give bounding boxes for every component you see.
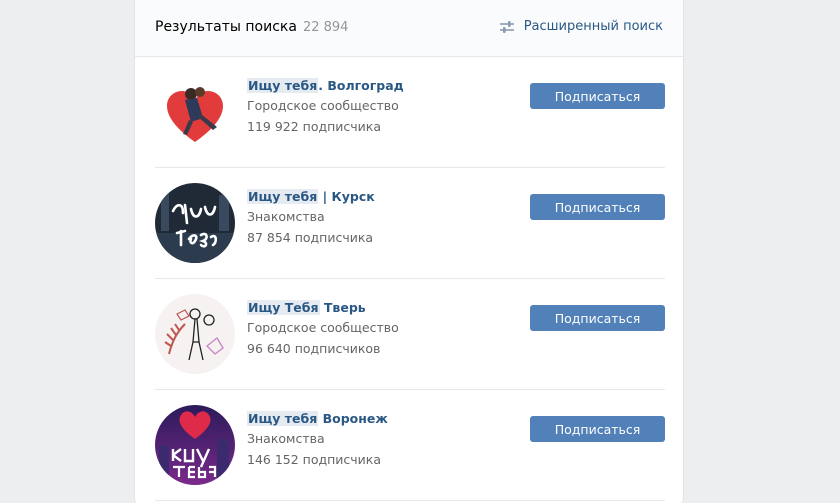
results-title: Результаты поиска 22 894 bbox=[155, 19, 348, 35]
subscriber-count: 96 640 подписчиков bbox=[247, 341, 381, 356]
community-category: Знакомства bbox=[247, 209, 325, 224]
avatar[interactable] bbox=[155, 183, 235, 263]
results-header: Результаты поиска 22 894 Расширенный поис… bbox=[135, 0, 683, 57]
result-info: Ищу тебя | Курск Знакомства 87 854 подпи… bbox=[247, 188, 375, 248]
sliders-icon bbox=[499, 20, 514, 33]
result-info: Ищу тебя Воронеж Знакомства 146 152 подп… bbox=[247, 410, 388, 470]
results-count: 22 894 bbox=[302, 20, 349, 35]
list-item: Ищу тебя. Волгоград Городское сообщество… bbox=[155, 57, 665, 168]
results-title-text: Результаты поиска bbox=[155, 19, 297, 35]
community-category: Знакомства bbox=[247, 431, 325, 446]
subscriber-count: 87 854 подписчика bbox=[247, 230, 374, 245]
name-rest: Тверь bbox=[319, 300, 366, 315]
name-rest: | Курск bbox=[318, 189, 375, 204]
community-category: Городское сообщество bbox=[247, 320, 399, 335]
list-item: Ищу тебя | Курск Знакомства 87 854 подпи… bbox=[155, 168, 665, 279]
search-results-panel: Результаты поиска 22 894 Расширенный поис… bbox=[134, 0, 684, 503]
name-highlight: Ищу тебя bbox=[247, 78, 319, 93]
advanced-search-label: Расширенный поиск bbox=[523, 19, 663, 34]
list-item: Ищу тебя Воронеж Знакомства 146 152 подп… bbox=[155, 390, 665, 501]
name-rest: . Волгоград bbox=[318, 78, 404, 93]
name-highlight: Ищу Тебя bbox=[247, 300, 320, 315]
subscriber-count: 146 152 подписчика bbox=[247, 452, 382, 467]
avatar[interactable] bbox=[155, 405, 235, 485]
name-highlight: Ищу тебя bbox=[247, 189, 319, 204]
name-highlight: Ищу тебя bbox=[247, 411, 319, 426]
list-item: Ищу Тебя Тверь Городское сообщество 96 6… bbox=[155, 279, 665, 390]
subscribe-button[interactable]: Подписаться bbox=[530, 83, 665, 109]
subscribe-button[interactable]: Подписаться bbox=[530, 194, 665, 220]
subscribe-button[interactable]: Подписаться bbox=[530, 416, 665, 442]
community-name[interactable]: Ищу Тебя Тверь bbox=[247, 299, 399, 317]
name-rest: Воронеж bbox=[318, 411, 388, 426]
community-category: Городское сообщество bbox=[247, 98, 399, 113]
community-name[interactable]: Ищу тебя Воронеж bbox=[247, 410, 388, 428]
avatar[interactable] bbox=[155, 72, 235, 152]
community-name[interactable]: Ищу тебя | Курск bbox=[247, 188, 375, 206]
subscriber-count: 119 922 подписчика bbox=[247, 119, 382, 134]
result-info: Ищу Тебя Тверь Городское сообщество 96 6… bbox=[247, 299, 399, 359]
avatar[interactable] bbox=[155, 294, 235, 374]
result-info: Ищу тебя. Волгоград Городское сообщество… bbox=[247, 77, 404, 137]
advanced-search-link[interactable]: Расширенный поиск bbox=[499, 19, 663, 34]
subscribe-button[interactable]: Подписаться bbox=[530, 305, 665, 331]
community-name[interactable]: Ищу тебя. Волгоград bbox=[247, 77, 404, 95]
